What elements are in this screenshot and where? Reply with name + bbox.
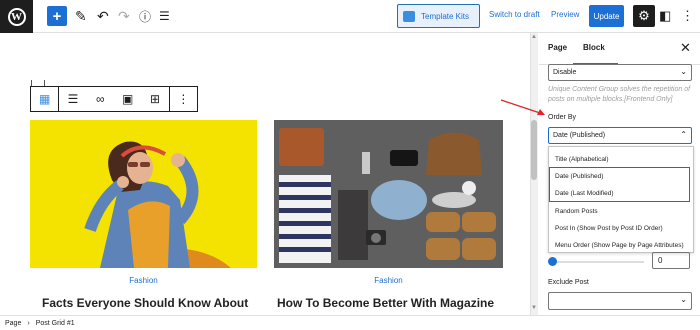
add-block-button[interactable]: + <box>47 6 67 26</box>
editor-topbar: W + ✎ ↶ ↷ ⓘ ☰ Template Kits Switch to dr… <box>0 0 700 33</box>
undo-icon[interactable]: ↶ <box>97 5 109 27</box>
order-by-label: Order By <box>548 114 577 121</box>
order-by-value: Date (Published) <box>553 132 606 139</box>
chevron-down-icon: ⌄ <box>680 295 687 304</box>
post-title-1[interactable]: Facts Everyone Should Know About <box>42 296 248 310</box>
breadcrumb-chevron-icon: › <box>27 319 30 327</box>
post-category-2[interactable]: Fashion <box>274 276 503 285</box>
block-toolbar: ▦ ☰ ∞ ▣ ⊞ ⋮ <box>30 86 198 112</box>
scroll-down-arrow-icon[interactable]: ▼ <box>531 305 537 311</box>
info-icon[interactable]: ⓘ <box>139 5 151 27</box>
settings-gear-button[interactable]: ⚙ <box>633 5 655 27</box>
breadcrumb-post-grid[interactable]: Post Grid #1 <box>36 320 75 327</box>
layout-icon[interactable]: ⊞ <box>141 87 168 111</box>
preview-link[interactable]: Preview <box>551 10 579 19</box>
chevron-down-icon: ⌄ <box>680 67 687 76</box>
switch-to-draft-link[interactable]: Switch to draft <box>489 10 540 19</box>
tab-page[interactable]: Page <box>548 43 567 52</box>
update-button[interactable]: Update <box>589 5 624 27</box>
block-options-icon[interactable]: ⋮ <box>170 87 197 111</box>
breadcrumb-page[interactable]: Page <box>5 320 21 327</box>
chevron-up-icon: ⌃ <box>680 130 687 139</box>
order-option-post-in[interactable]: Post In (Show Post by Post ID Order) <box>555 225 663 232</box>
order-option-random[interactable]: Random Posts <box>555 208 598 215</box>
unique-group-select[interactable]: Disable ⌄ <box>548 64 692 81</box>
order-option-title[interactable]: Title (Alphabetical) <box>555 156 609 163</box>
tab-block[interactable]: Block <box>583 43 605 52</box>
list-view-icon[interactable]: ☰ <box>159 5 170 27</box>
highlight-box <box>549 167 690 202</box>
image-icon[interactable]: ▣ <box>114 87 141 111</box>
link-icon[interactable]: ∞ <box>87 87 114 111</box>
wordpress-logo[interactable]: W <box>0 0 33 33</box>
post-category-1[interactable]: Fashion <box>30 276 257 285</box>
post-image-1[interactable] <box>30 120 257 268</box>
template-kits-icon <box>403 10 415 22</box>
range-number-input[interactable]: 0 <box>652 252 690 269</box>
redo-icon[interactable]: ↷ <box>118 5 130 27</box>
close-sidebar-icon[interactable]: ✕ <box>680 40 691 56</box>
template-kits-button[interactable]: Template Kits <box>397 4 480 28</box>
post-title-2[interactable]: How To Become Better With Magazine <box>277 296 494 310</box>
breadcrumb: Page › Post Grid #1 <box>0 315 700 330</box>
range-track[interactable] <box>556 261 644 263</box>
more-options-icon[interactable]: ⋮ <box>681 5 694 27</box>
exclude-post-label: Exclude Post <box>548 279 589 286</box>
scrollbar-thumb[interactable] <box>531 120 537 180</box>
template-kits-label: Template Kits <box>421 11 470 21</box>
align-icon[interactable]: ☰ <box>59 87 86 111</box>
unique-group-value: Disable <box>553 69 577 76</box>
unique-group-help: Unique Content Group solves the repetiti… <box>548 86 691 104</box>
wordpress-w-icon: W <box>7 7 26 26</box>
pencil-tools-icon[interactable]: ✎ <box>75 5 87 27</box>
plugin-blocks-icon[interactable]: ◧ <box>659 5 671 27</box>
post-grid-block-icon[interactable]: ▦ <box>31 87 58 111</box>
scroll-up-arrow-icon[interactable]: ▲ <box>531 34 537 40</box>
order-by-select[interactable]: Date (Published) ⌃ <box>548 127 692 144</box>
annotation-arrow <box>500 99 545 115</box>
exclude-post-select[interactable]: ⌄ <box>548 292 692 310</box>
post-image-2[interactable] <box>274 120 503 268</box>
gear-icon: ⚙ <box>638 8 650 23</box>
range-slider-handle[interactable] <box>548 257 557 266</box>
order-option-menu-order[interactable]: Menu Order (Show Page by Page Attributes… <box>555 242 684 249</box>
